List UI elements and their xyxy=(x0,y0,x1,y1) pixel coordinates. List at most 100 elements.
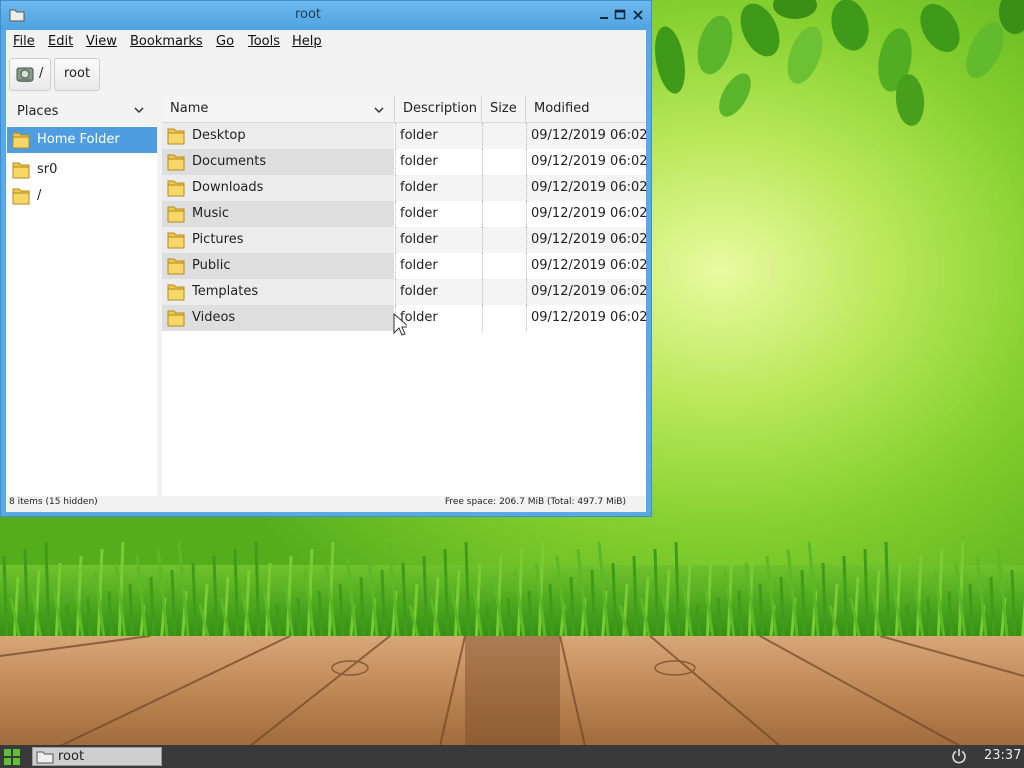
taskbar-window-button[interactable]: root xyxy=(32,747,162,766)
file-name-cell[interactable]: Templates xyxy=(162,279,394,305)
folder-icon xyxy=(167,258,185,275)
file-modified-cell: 09/12/2019 06:02 xyxy=(526,279,648,305)
power-icon[interactable] xyxy=(951,748,967,764)
path-button-root[interactable]: / xyxy=(9,58,51,91)
file-description: folder xyxy=(400,128,438,143)
folder-icon xyxy=(12,188,30,205)
place-item-sr0[interactable]: sr0 xyxy=(7,157,157,183)
start-menu-icon[interactable] xyxy=(3,748,21,766)
column-header-size[interactable]: Size xyxy=(482,96,526,123)
file-row[interactable]: Desktop folder 09/12/2019 06:02 xyxy=(162,123,648,149)
menu-tools[interactable]: Tools xyxy=(248,34,280,49)
clock: 23:37 xyxy=(984,748,1022,763)
file-row[interactable]: Pictures folder 09/12/2019 06:02 xyxy=(162,227,648,253)
file-name-cell[interactable]: Videos xyxy=(162,305,394,331)
file-size-cell xyxy=(482,305,526,331)
file-name: Public xyxy=(192,258,231,273)
column-header-description[interactable]: Description xyxy=(395,96,482,123)
file-manager-window: root File Edit View Bookmarks Go Tools H… xyxy=(0,0,652,517)
column-header-label: Description xyxy=(403,101,478,116)
file-description-cell: folder xyxy=(395,123,482,149)
file-size-cell xyxy=(482,175,526,201)
folder-icon xyxy=(36,751,54,764)
taskbar: root 23:37 xyxy=(0,745,1024,768)
file-row[interactable]: Documents folder 09/12/2019 06:02 xyxy=(162,149,648,175)
places-sidebar: Places Home Folder sr0 / xyxy=(7,96,157,496)
file-list-view: Name Description Size Modified Desktop fo… xyxy=(162,96,648,496)
path-current-label: root xyxy=(64,66,91,81)
file-description: folder xyxy=(400,154,438,169)
places-header[interactable]: Places xyxy=(7,96,157,126)
menu-bookmarks[interactable]: Bookmarks xyxy=(130,34,203,49)
file-modified: 09/12/2019 06:02 xyxy=(531,232,648,247)
file-rows: Desktop folder 09/12/2019 06:02 Documents fo… xyxy=(162,123,648,331)
places-header-label: Places xyxy=(17,104,59,119)
file-modified: 09/12/2019 06:02 xyxy=(531,180,648,195)
menu-file[interactable]: File xyxy=(13,34,35,49)
maximize-button[interactable] xyxy=(613,7,627,23)
file-name-cell[interactable]: Desktop xyxy=(162,123,394,149)
taskbar-window-label: root xyxy=(58,749,85,764)
file-name-cell[interactable]: Documents xyxy=(162,149,394,175)
menu-go[interactable]: Go xyxy=(216,34,234,49)
folder-icon xyxy=(167,154,185,171)
file-description-cell: folder xyxy=(395,305,482,331)
file-row[interactable]: Downloads folder 09/12/2019 06:02 xyxy=(162,175,648,201)
file-description: folder xyxy=(400,284,438,299)
column-header-modified[interactable]: Modified xyxy=(526,96,646,123)
file-description: folder xyxy=(400,258,438,273)
file-modified: 09/12/2019 06:02 xyxy=(531,284,648,299)
file-name: Templates xyxy=(192,284,259,299)
file-size-cell xyxy=(482,253,526,279)
file-description-cell: folder xyxy=(395,149,482,175)
close-button[interactable] xyxy=(631,7,645,23)
file-modified-cell: 09/12/2019 06:02 xyxy=(526,305,648,331)
file-modified: 09/12/2019 06:02 xyxy=(531,128,648,143)
file-name-cell[interactable]: Pictures xyxy=(162,227,394,253)
folder-icon xyxy=(167,232,185,249)
mouse-cursor-icon xyxy=(393,313,407,336)
file-size-cell xyxy=(482,227,526,253)
status-free-space: Free space: 206.7 MiB (Total: 497.7 MiB) xyxy=(444,497,626,507)
file-size-cell xyxy=(482,279,526,305)
file-size-cell xyxy=(482,201,526,227)
folder-icon xyxy=(167,180,185,197)
file-size-cell xyxy=(482,123,526,149)
file-modified-cell: 09/12/2019 06:02 xyxy=(526,227,648,253)
folder-icon xyxy=(167,128,185,145)
menu-help[interactable]: Help xyxy=(292,34,322,49)
place-item-root[interactable]: / xyxy=(7,183,157,209)
file-description-cell: folder xyxy=(395,201,482,227)
status-bar: 8 items (15 hidden) Free space: 206.7 Mi… xyxy=(6,496,646,512)
column-header-label: Modified xyxy=(534,101,590,116)
chevron-down-icon xyxy=(134,107,144,114)
file-modified-cell: 09/12/2019 06:02 xyxy=(526,201,648,227)
column-header-label: Name xyxy=(170,101,209,116)
file-row[interactable]: Music folder 09/12/2019 06:02 xyxy=(162,201,648,227)
menu-edit[interactable]: Edit xyxy=(48,34,73,49)
wallpaper-grass xyxy=(0,541,1024,645)
folder-icon xyxy=(12,162,30,179)
file-description-cell: folder xyxy=(395,175,482,201)
wallpaper-leaves xyxy=(655,0,1024,126)
menu-view[interactable]: View xyxy=(86,34,117,49)
path-root-label: / xyxy=(39,66,44,81)
column-header-label: Size xyxy=(490,101,517,116)
place-item-home-folder[interactable]: Home Folder xyxy=(7,127,157,153)
file-name: Desktop xyxy=(192,128,246,143)
wallpaper-deck xyxy=(0,636,1024,746)
file-modified-cell: 09/12/2019 06:02 xyxy=(526,123,648,149)
file-name: Videos xyxy=(192,310,236,325)
title-bar[interactable]: root xyxy=(1,1,651,30)
minimize-button[interactable] xyxy=(597,7,611,23)
file-modified: 09/12/2019 06:02 xyxy=(531,154,648,169)
file-name-cell[interactable]: Public xyxy=(162,253,394,279)
file-name-cell[interactable]: Downloads xyxy=(162,175,394,201)
file-row[interactable]: Templates folder 09/12/2019 06:02 xyxy=(162,279,648,305)
file-name-cell[interactable]: Music xyxy=(162,201,394,227)
file-row[interactable]: Public folder 09/12/2019 06:02 xyxy=(162,253,648,279)
path-button-current[interactable]: root xyxy=(54,58,100,91)
file-description: folder xyxy=(400,232,438,247)
column-header-name[interactable]: Name xyxy=(162,96,395,123)
file-modified: 09/12/2019 06:02 xyxy=(531,206,648,221)
